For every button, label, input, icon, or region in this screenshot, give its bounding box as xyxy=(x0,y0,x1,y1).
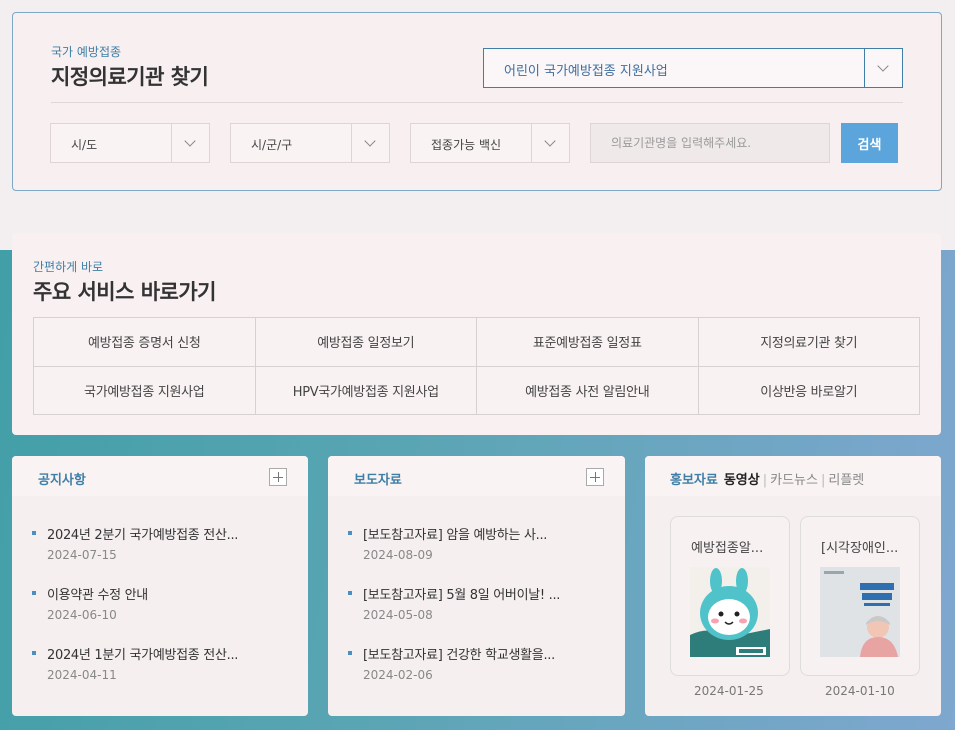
vaccine-select-value: 접종가능 백신 xyxy=(431,138,502,152)
press-panel: 보도자료 [보도참고자료] 암을 예방하는 사... 2024-08-09 [보도… xyxy=(328,456,625,716)
program-select-arrow[interactable] xyxy=(864,49,902,87)
sido-select-value: 시/도 xyxy=(71,138,98,152)
clinic-search-input[interactable] xyxy=(590,123,830,163)
list-item-title[interactable]: [보도참고자료] 5월 8일 어버이날! ... xyxy=(363,584,605,603)
program-select-value: 어린이 국가예방접종 지원사업 xyxy=(504,64,668,79)
tab-separator: | xyxy=(762,473,768,488)
bullet-icon xyxy=(32,651,36,655)
program-select[interactable]: 어린이 국가예방접종 지원사업 xyxy=(483,48,903,88)
list-item[interactable]: [보도참고자료] 5월 8일 어버이날! ... 2024-05-08 xyxy=(348,584,605,644)
list-item[interactable]: [보도참고자료] 건강한 학교생활을... 2024-02-06 xyxy=(348,644,605,704)
promo-card-date: 2024-01-25 xyxy=(694,684,764,698)
bullet-icon xyxy=(32,591,36,595)
quick-link-adverse-reaction[interactable]: 이상반응 바로알기 xyxy=(698,366,920,415)
sigungu-select[interactable]: 시/군/구 xyxy=(230,123,390,163)
sigungu-select-value: 시/군/구 xyxy=(251,138,293,152)
list-item-title[interactable]: [보도참고자료] 암을 예방하는 사... xyxy=(363,524,605,543)
bullet-icon xyxy=(348,531,352,535)
notice-panel: 공지사항 2024년 2분기 국가예방접종 전산... 2024-07-15 이용… xyxy=(12,456,308,716)
list-item-title[interactable]: 이용약관 수정 안내 xyxy=(47,584,288,603)
list-item[interactable]: 이용약관 수정 안내 2024-06-10 xyxy=(32,584,288,644)
quick-link-schedule[interactable]: 예방접종 일정보기 xyxy=(255,318,477,367)
tab-leaflet[interactable]: 리플렛 xyxy=(828,473,864,488)
vaccine-select[interactable]: 접종가능 백신 xyxy=(410,123,570,163)
clinic-finder-panel: 국가 예방접종 지정의료기관 찾기 어린이 국가예방접종 지원사업 시/도 시/… xyxy=(12,12,942,191)
list-item-date: 2024-06-10 xyxy=(47,608,117,622)
list-item-date: 2024-04-11 xyxy=(47,668,117,682)
quick-link-clinic-finder[interactable]: 지정의료기관 찾기 xyxy=(698,318,920,367)
press-list: [보도참고자료] 암을 예방하는 사... 2024-08-09 [보도참고자료]… xyxy=(348,524,605,704)
finder-subtitle: 국가 예방접종 xyxy=(51,45,122,59)
chevron-down-icon xyxy=(364,135,376,147)
promo-card[interactable]: 예방접종알... xyxy=(670,516,790,676)
list-item-title[interactable]: 2024년 1분기 국가예방접종 전산... xyxy=(47,644,288,663)
notice-title[interactable]: 공지사항 xyxy=(38,469,86,488)
finder-title: 지정의료기관 찾기 xyxy=(51,65,209,89)
sido-arrow xyxy=(171,124,209,162)
quick-link-standard-schedule[interactable]: 표준예방접종 일정표 xyxy=(477,318,699,367)
quick-links-grid: 예방접종 증명서 신청 예방접종 일정보기 표준예방접종 일정표 지정의료기관 … xyxy=(33,317,920,415)
sigungu-arrow xyxy=(351,124,389,162)
list-item[interactable]: 2024년 2분기 국가예방접종 전산... 2024-07-15 xyxy=(32,524,288,584)
promo-card-title: 예방접종알... xyxy=(691,541,764,556)
quick-subtitle: 간편하게 바로 xyxy=(33,260,104,274)
vaccine-arrow xyxy=(531,124,569,162)
promo-card[interactable]: [시각장애인... xyxy=(800,516,920,676)
tab-separator: | xyxy=(820,473,826,488)
list-item-date: 2024-07-15 xyxy=(47,548,117,562)
sido-select[interactable]: 시/도 xyxy=(50,123,210,163)
search-button[interactable]: 검색 xyxy=(841,123,898,163)
promo-tabs: 홍보자료 동영상 | 카드뉴스 | 리플렛 xyxy=(670,469,864,488)
rabbit-mascot-thumbnail xyxy=(690,567,770,657)
bullet-icon xyxy=(348,591,352,595)
list-item-date: 2024-08-09 xyxy=(363,548,433,562)
promo-panel: 홍보자료 동영상 | 카드뉴스 | 리플렛 예방접종알... 2024-01-25 xyxy=(645,456,941,716)
plus-icon[interactable] xyxy=(269,468,287,486)
plus-icon[interactable] xyxy=(586,468,604,486)
promo-header: 홍보자료 동영상 | 카드뉴스 | 리플렛 xyxy=(645,456,941,496)
chevron-down-icon xyxy=(544,135,556,147)
quick-link-reminder[interactable]: 예방접종 사전 알림안내 xyxy=(477,366,699,415)
press-title[interactable]: 보도자료 xyxy=(354,469,402,488)
bullet-icon xyxy=(32,531,36,535)
tab-card-news[interactable]: 카드뉴스 xyxy=(770,473,818,488)
finder-divider xyxy=(51,102,903,103)
list-item[interactable]: 2024년 1분기 국가예방접종 전산... 2024-04-11 xyxy=(32,644,288,704)
chevron-down-icon xyxy=(877,60,889,72)
list-item-title[interactable]: [보도참고자료] 건강한 학교생활을... xyxy=(363,644,605,663)
promo-label: 홍보자료 xyxy=(670,473,718,488)
quick-link-hpv-program[interactable]: HPV국가예방접종 지원사업 xyxy=(255,366,477,415)
promo-card-title: [시각장애인... xyxy=(821,541,899,556)
notice-header: 공지사항 xyxy=(12,456,308,496)
tab-video[interactable]: 동영상 xyxy=(724,473,760,488)
press-header: 보도자료 xyxy=(328,456,625,496)
quick-services-panel: 간편하게 바로 주요 서비스 바로가기 예방접종 증명서 신청 예방접종 일정보… xyxy=(12,233,941,435)
chevron-down-icon xyxy=(184,135,196,147)
quick-title: 주요 서비스 바로가기 xyxy=(33,280,217,304)
list-item-date: 2024-02-06 xyxy=(363,668,433,682)
quick-link-national-program[interactable]: 국가예방접종 지원사업 xyxy=(34,366,256,415)
list-item-date: 2024-05-08 xyxy=(363,608,433,622)
promo-card-date: 2024-01-10 xyxy=(825,684,895,698)
quick-link-certificate[interactable]: 예방접종 증명서 신청 xyxy=(34,318,256,367)
leaflet-cover-thumbnail xyxy=(820,567,900,657)
bullet-icon xyxy=(348,651,352,655)
list-item-title[interactable]: 2024년 2분기 국가예방접종 전산... xyxy=(47,524,288,543)
notice-list: 2024년 2분기 국가예방접종 전산... 2024-07-15 이용약관 수정… xyxy=(32,524,288,704)
list-item[interactable]: [보도참고자료] 암을 예방하는 사... 2024-08-09 xyxy=(348,524,605,584)
